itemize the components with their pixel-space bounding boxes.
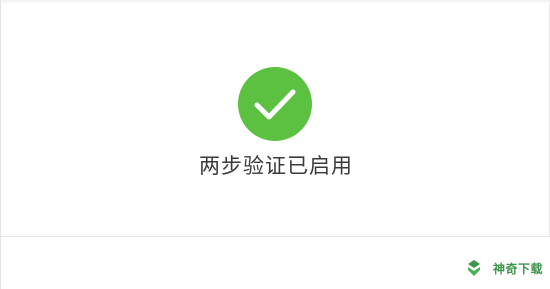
watermark-text: 神奇下载 <box>492 261 543 276</box>
brand-logo-icon <box>458 253 489 283</box>
status-message: 两步验证已启用 <box>199 154 353 178</box>
check-mark-icon <box>254 89 296 120</box>
watermark: 神奇下载 <box>458 253 543 283</box>
dialog: 两步验证已启用 神奇下载 <box>0 0 550 289</box>
check-circle-icon <box>238 67 312 141</box>
dialog-top-edge <box>1 0 550 4</box>
